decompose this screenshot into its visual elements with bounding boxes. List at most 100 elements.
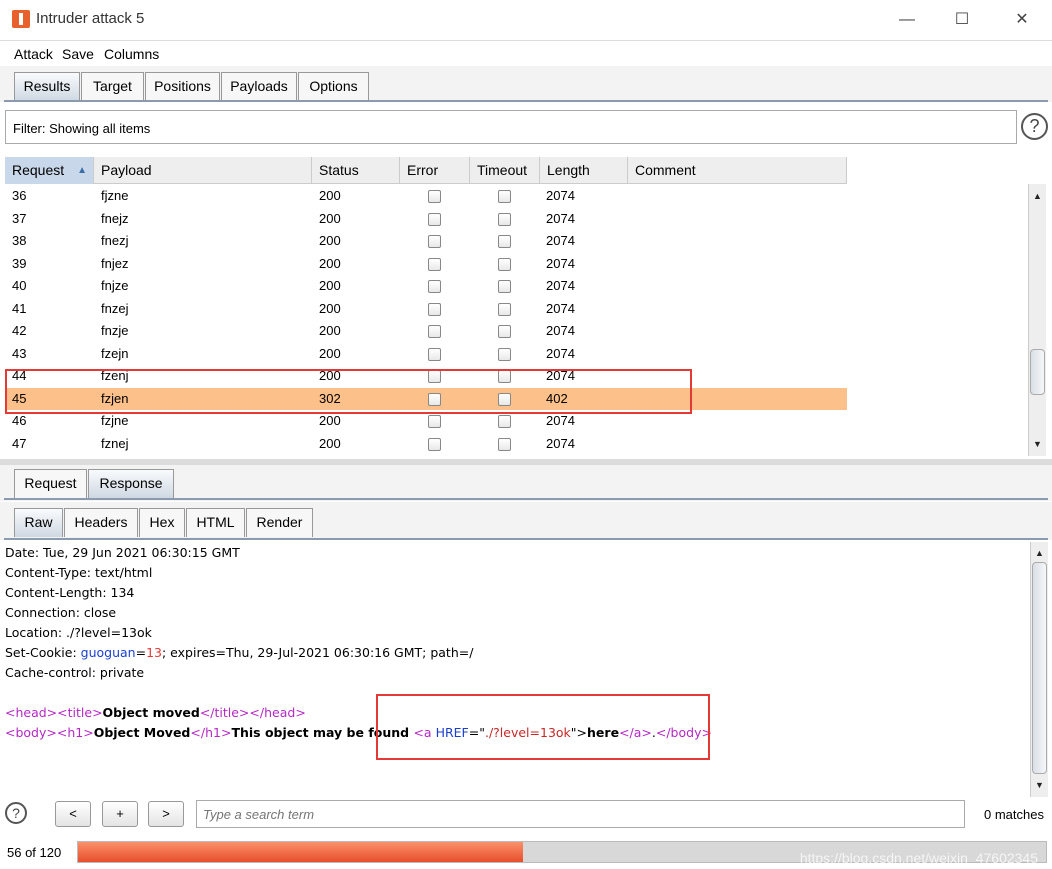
- cell-payload: fzenj: [101, 368, 129, 383]
- window-title: Intruder attack 5: [36, 10, 145, 27]
- cell-length: 2074: [546, 323, 575, 338]
- title-text: Object moved: [102, 705, 200, 720]
- col-header-timeout[interactable]: Timeout: [470, 157, 540, 184]
- table-scrollbar[interactable]: ▲ ▼: [1028, 184, 1046, 456]
- cell-status: 200: [319, 435, 341, 451]
- tab-request[interactable]: Request: [14, 469, 87, 498]
- filter-help-icon[interactable]: ?: [1021, 113, 1048, 140]
- cell-request: 47: [12, 435, 27, 451]
- cell-request: 41: [12, 300, 27, 316]
- close-button[interactable]: ✕: [1007, 8, 1037, 32]
- cell-status: 200: [319, 413, 341, 428]
- error-checkbox: [428, 347, 441, 361]
- cell-payload: fzejn: [101, 345, 129, 361]
- tab-hex[interactable]: Hex: [139, 508, 185, 537]
- tab-response[interactable]: Response: [88, 469, 174, 498]
- error-checkbox: [428, 190, 441, 203]
- table-row[interactable]: 43 fzejn 200 2074: [5, 343, 847, 366]
- col-header-payload[interactable]: Payload: [94, 157, 312, 184]
- table-row[interactable]: 36 fjzne 200 2074: [5, 185, 847, 208]
- timeout-checkbox: [498, 212, 511, 226]
- tab-results[interactable]: Results: [14, 72, 80, 101]
- col-header-error[interactable]: Error: [400, 157, 470, 184]
- table-row[interactable]: 38 fnezj 200 2074: [5, 230, 847, 253]
- cell-request: 43: [12, 345, 27, 361]
- watermark-text: https://blog.csdn.net/weixin_47602345: [799, 850, 1038, 866]
- cell-request: 46: [12, 413, 27, 428]
- cell-length: 2074: [546, 435, 575, 451]
- h1-text: Object Moved: [93, 725, 191, 740]
- response-scroll-thumb[interactable]: [1032, 562, 1047, 774]
- scroll-down-icon[interactable]: ▼: [1031, 777, 1048, 793]
- tab-payloads[interactable]: Payloads: [221, 72, 297, 101]
- tab-render[interactable]: Render: [246, 508, 313, 537]
- cell-payload: fnzje: [101, 323, 129, 338]
- timeout-checkbox: [498, 280, 511, 293]
- scroll-up-icon[interactable]: ▲: [1029, 188, 1046, 204]
- maximize-button[interactable]: ☐: [947, 8, 977, 32]
- col-header-comment[interactable]: Comment: [628, 157, 847, 184]
- cell-length: 2074: [546, 345, 575, 361]
- minimize-button[interactable]: —: [892, 8, 922, 32]
- table-row[interactable]: 41 fnzej 200 2074: [5, 298, 847, 321]
- status-bar: 56 of 120 https://blog.csdn.net/weixin_4…: [0, 835, 1052, 869]
- cell-request: 39: [12, 255, 27, 271]
- tab-html[interactable]: HTML: [186, 508, 245, 537]
- attr-href-value: ./?level=13ok: [484, 725, 571, 740]
- cell-status: 200: [319, 188, 341, 203]
- tab-options[interactable]: Options: [298, 72, 369, 101]
- table-row[interactable]: 47 fznej 200 2074: [5, 433, 847, 456]
- cell-request: 44: [12, 368, 27, 383]
- menu-columns[interactable]: Columns: [104, 46, 159, 62]
- search-add-button[interactable]: +: [102, 801, 138, 827]
- tab-positions[interactable]: Positions: [145, 72, 220, 101]
- cookie-name: guoguan: [80, 645, 136, 660]
- response-viewer[interactable]: Date: Tue, 29 Jun 2021 06:30:15 GMT Cont…: [0, 542, 1030, 797]
- cell-payload: fzjne: [101, 413, 129, 428]
- search-prev-button[interactable]: <: [55, 801, 91, 827]
- scroll-up-icon[interactable]: ▲: [1031, 545, 1048, 561]
- timeout-checkbox: [498, 190, 511, 203]
- tab-target[interactable]: Target: [81, 72, 144, 101]
- search-input[interactable]: [196, 800, 965, 828]
- search-help-icon[interactable]: ?: [5, 802, 27, 824]
- table-row[interactable]: 40 fnjze 200 2074: [5, 275, 847, 298]
- cell-payload: fjzne: [101, 188, 129, 203]
- attr-end: ">: [570, 725, 588, 740]
- tag-h1-open: <h1>: [56, 725, 94, 740]
- table-row[interactable]: 37 fnejz 200 2074: [5, 208, 847, 231]
- cookie-prefix: Set-Cookie:: [5, 645, 81, 660]
- scroll-down-icon[interactable]: ▼: [1029, 436, 1046, 452]
- burp-logo-icon: [12, 10, 30, 28]
- cell-request: 45: [12, 390, 27, 406]
- response-scrollbar[interactable]: ▲ ▼: [1030, 542, 1048, 797]
- table-row[interactable]: 42 fnzje 200 2074: [5, 320, 847, 343]
- response-header-line: Date: Tue, 29 Jun 2021 06:30:15 GMT: [5, 545, 240, 560]
- table-row[interactable]: 44 fzenj 200 2074: [5, 365, 847, 388]
- cell-status: 200: [319, 345, 341, 361]
- table-row[interactable]: 39 fnjez 200 2074: [5, 253, 847, 276]
- detail-tab-divider: [4, 498, 1048, 500]
- menu-attack[interactable]: Attack: [14, 46, 53, 62]
- menu-save[interactable]: Save: [62, 46, 94, 62]
- error-checkbox: [428, 392, 441, 406]
- col-header-request[interactable]: Request ▲: [5, 157, 94, 184]
- col-header-status[interactable]: Status: [312, 157, 400, 184]
- table-row[interactable]: 46 fzjne 200 2074: [5, 410, 847, 433]
- cell-length: 402: [546, 390, 568, 406]
- table-row[interactable]: 45 fzjen 302 402: [5, 387, 847, 410]
- filter-bar[interactable]: Filter: Showing all items: [5, 110, 1017, 144]
- filter-label: Filter: Showing all items: [13, 121, 151, 136]
- cookie-eq: =: [135, 645, 147, 660]
- cell-request: 40: [12, 278, 27, 293]
- col-header-length[interactable]: Length: [540, 157, 628, 184]
- tab-raw[interactable]: Raw: [14, 508, 63, 537]
- cell-request: 38: [12, 233, 27, 248]
- html-head-line: <head><title>Object moved</title></head>: [5, 705, 306, 720]
- timeout-checkbox: [498, 392, 511, 406]
- tab-headers[interactable]: Headers: [64, 508, 138, 537]
- search-next-button[interactable]: >: [148, 801, 184, 827]
- tag-title-open: <title>: [57, 705, 103, 720]
- progress-bar-fill: [78, 842, 524, 862]
- table-scroll-thumb[interactable]: [1030, 349, 1045, 395]
